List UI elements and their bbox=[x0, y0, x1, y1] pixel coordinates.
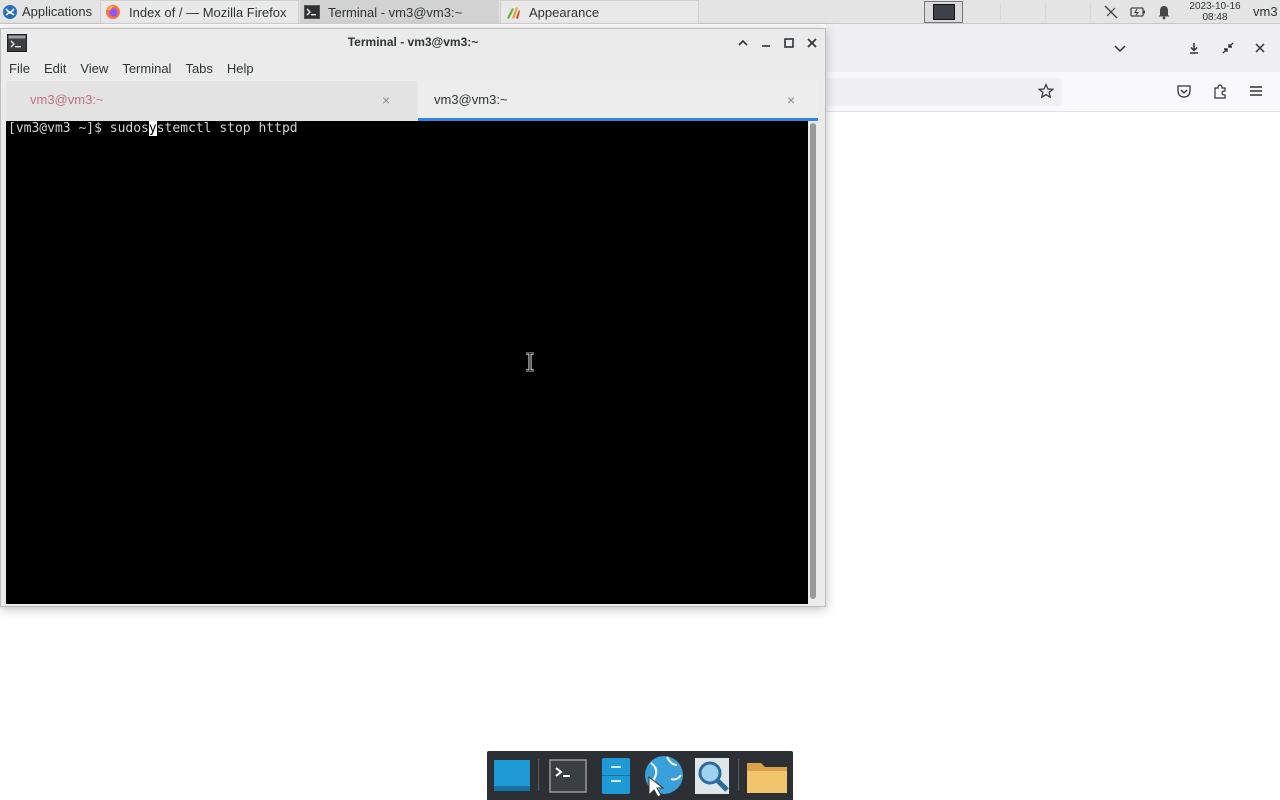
dock-show-desktop[interactable] bbox=[490, 755, 534, 797]
shade-button[interactable] bbox=[736, 36, 750, 50]
web-browser-icon bbox=[645, 756, 683, 797]
text-cursor: y bbox=[148, 121, 157, 136]
taskbar-terminal[interactable]: Terminal - vm3@vm3:~ bbox=[300, 0, 499, 24]
tab-close-icon[interactable]: × bbox=[382, 92, 390, 108]
user-menu[interactable]: vm3 bbox=[1253, 4, 1278, 19]
clock-time: 08:48 bbox=[1202, 12, 1228, 23]
extensions-icon[interactable] bbox=[1211, 82, 1229, 100]
dock-separator bbox=[738, 759, 739, 791]
workspace-window-thumbnail bbox=[932, 4, 955, 20]
download-icon[interactable] bbox=[1185, 39, 1203, 57]
close-button[interactable] bbox=[805, 36, 819, 50]
terminal-titlebar[interactable]: Terminal - vm3@vm3:~ bbox=[1, 29, 825, 56]
applications-menu[interactable]: Applications ⋮ bbox=[0, 0, 113, 24]
taskbar-terminal-label: Terminal - vm3@vm3:~ bbox=[328, 4, 463, 20]
panel-separator bbox=[1090, 4, 1091, 20]
clock[interactable]: 2023-10-16 08:48 bbox=[1184, 0, 1246, 24]
maximize-icon bbox=[784, 38, 794, 48]
ibeam-cursor-icon bbox=[526, 352, 534, 372]
maximize-button[interactable] bbox=[782, 36, 796, 50]
firefox-url-bar[interactable] bbox=[826, 78, 1062, 106]
menu-view[interactable]: View bbox=[74, 61, 114, 76]
firefox-tabstrip bbox=[826, 24, 1280, 72]
terminal-tabbar: vm3@vm3:~ × vm3@vm3:~ × bbox=[6, 81, 818, 121]
menu-file[interactable]: File bbox=[3, 61, 36, 76]
dock-separator bbox=[538, 759, 539, 791]
terminal-icon bbox=[304, 5, 320, 19]
workspace-pager[interactable] bbox=[924, 1, 963, 23]
dock-terminal[interactable] bbox=[546, 755, 590, 797]
file-manager-icon bbox=[602, 758, 630, 794]
folder-icon bbox=[747, 763, 787, 793]
dock-folder[interactable] bbox=[745, 755, 789, 797]
menu-help[interactable]: Help bbox=[221, 61, 260, 76]
bottom-dock bbox=[487, 751, 793, 800]
hamburger-menu-icon[interactable] bbox=[1247, 82, 1265, 100]
top-panel: Applications ⋮ Index of / — Mozilla Fire… bbox=[0, 0, 1280, 24]
command-text-after-cursor: stemctl stop httpd bbox=[156, 121, 298, 136]
taskbar-firefox-label: Index of / — Mozilla Firefox bbox=[129, 4, 287, 20]
dock-app-finder[interactable] bbox=[690, 755, 734, 797]
menu-terminal[interactable]: Terminal bbox=[116, 61, 177, 76]
close-icon bbox=[807, 38, 817, 48]
terminal-window: Terminal - vm3@vm3:~ File Edit View Term… bbox=[0, 28, 826, 607]
terminal-icon bbox=[549, 759, 587, 793]
terminal-title: Terminal - vm3@vm3:~ bbox=[347, 35, 479, 49]
taskbar-appearance-label: Appearance bbox=[529, 4, 600, 20]
exit-fullscreen-icon[interactable] bbox=[1219, 39, 1237, 57]
battery-icon[interactable] bbox=[1130, 4, 1146, 20]
notification-bell-icon[interactable] bbox=[1156, 4, 1172, 20]
panel-separator bbox=[1045, 4, 1046, 20]
minimize-button[interactable] bbox=[759, 36, 773, 50]
panel-separator bbox=[1000, 4, 1001, 20]
command-line: [vm3@vm3 ~]$ sudosystemctl stop httpd bbox=[8, 121, 298, 137]
menu-tabs[interactable]: Tabs bbox=[179, 61, 218, 76]
pocket-icon[interactable] bbox=[1175, 82, 1193, 100]
terminal-tab-label: vm3@vm3:~ bbox=[434, 92, 508, 107]
shell-prompt: [vm3@vm3 ~]$ bbox=[8, 121, 110, 136]
minimize-icon bbox=[762, 45, 770, 47]
close-icon[interactable] bbox=[1251, 39, 1269, 57]
tab-close-icon[interactable]: × bbox=[787, 92, 795, 108]
command-text-before-cursor: sudos bbox=[109, 121, 149, 136]
app-finder-icon bbox=[695, 758, 729, 794]
xfce-logo-icon bbox=[3, 4, 17, 19]
dock-web-browser[interactable] bbox=[641, 755, 685, 797]
chevron-down-icon[interactable] bbox=[1111, 39, 1129, 57]
scrollbar-thumb[interactable] bbox=[810, 123, 816, 599]
bookmark-star-icon[interactable] bbox=[1037, 82, 1055, 100]
terminal-tab-1[interactable]: vm3@vm3:~ × bbox=[6, 81, 416, 121]
network-disconnected-icon[interactable] bbox=[1103, 4, 1119, 20]
show-desktop-icon bbox=[494, 760, 530, 791]
applications-label: Applications bbox=[22, 4, 93, 19]
terminal-tab-label: vm3@vm3:~ bbox=[30, 92, 104, 107]
taskbar-appearance[interactable]: Appearance bbox=[500, 0, 699, 24]
clock-date: 2023-10-16 bbox=[1189, 1, 1241, 12]
firefox-icon bbox=[106, 5, 120, 19]
menu-edit[interactable]: Edit bbox=[38, 61, 72, 76]
appearance-icon bbox=[507, 7, 520, 19]
terminal-screen[interactable]: [vm3@vm3 ~]$ sudosystemctl stop httpd bbox=[6, 121, 808, 604]
chevron-up-icon bbox=[738, 39, 748, 46]
dock-file-manager[interactable] bbox=[594, 755, 638, 797]
terminal-menubar: File Edit View Terminal Tabs Help bbox=[1, 57, 825, 79]
terminal-tab-2[interactable]: vm3@vm3:~ × bbox=[418, 81, 818, 121]
taskbar-firefox[interactable]: Index of / — Mozilla Firefox bbox=[100, 0, 299, 24]
